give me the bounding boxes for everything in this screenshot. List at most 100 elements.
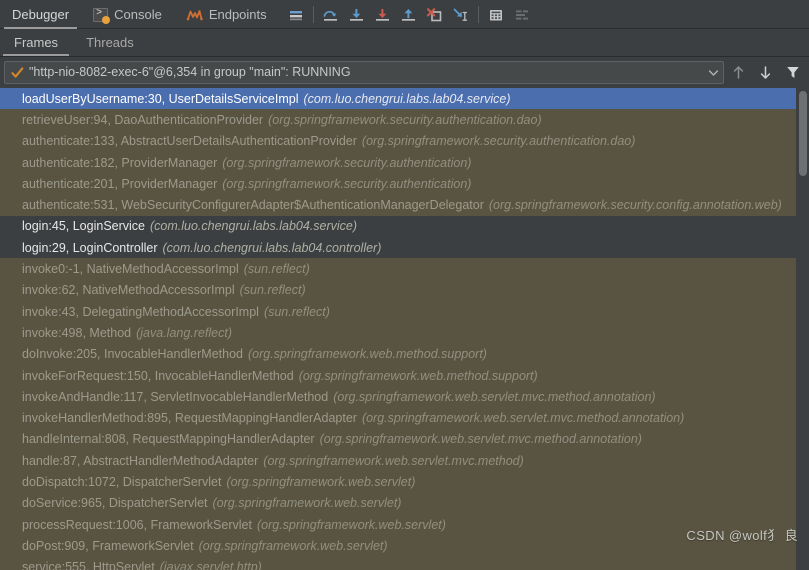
- frame-package: (sun.reflect): [243, 262, 310, 277]
- frame-package: (com.luo.chengrui.labs.lab04.service): [150, 219, 358, 234]
- tab-debugger[interactable]: Debugger: [0, 0, 81, 29]
- mute-breakpoints-icon[interactable]: [283, 2, 309, 28]
- frame-method: authenticate:201, ProviderManager: [22, 176, 218, 191]
- frame-method: handle:87, AbstractHandlerMethodAdapter: [22, 453, 259, 468]
- thread-selector-combobox[interactable]: "http-nio-8082-exec-6"@6,354 in group "m…: [4, 61, 724, 84]
- frame-method: login:45, LoginService: [22, 219, 145, 234]
- frame-package: (org.springframework.web.servlet): [212, 496, 402, 511]
- settings-icon[interactable]: [509, 2, 535, 28]
- step-out-icon[interactable]: [396, 2, 422, 28]
- frame-package: (java.lang.reflect): [136, 325, 232, 340]
- frame-package: (org.springframework.web.servlet): [198, 538, 388, 553]
- frame-package: (org.springframework.web.servlet.mvc.met…: [263, 453, 524, 468]
- frame-package: (javax.servlet.http): [159, 560, 262, 570]
- frame-method: authenticate:531, WebSecurityConfigurerA…: [22, 198, 484, 213]
- frame-method: invokeForRequest:150, InvocableHandlerMe…: [22, 368, 294, 383]
- chevron-down-icon[interactable]: [703, 62, 723, 83]
- frame-row[interactable]: invoke:62, NativeMethodAccessorImpl (sun.…: [0, 279, 796, 301]
- frame-package: (org.springframework.security.authentica…: [361, 134, 636, 149]
- frame-method: doInvoke:205, InvocableHandlerMethod: [22, 347, 243, 362]
- frame-method: invoke:62, NativeMethodAccessorImpl: [22, 283, 235, 298]
- debugger-tool-window: Debugger Console Endpoints: [0, 0, 809, 570]
- frame-method: doPost:909, FrameworkServlet: [22, 538, 194, 553]
- frame-method: invokeHandlerMethod:895, RequestMappingH…: [22, 411, 357, 426]
- frame-row[interactable]: invoke:43, DelegatingMethodAccessorImpl (…: [0, 300, 796, 323]
- frame-row[interactable]: invoke0:-1, NativeMethodAccessorImpl (sun…: [0, 258, 796, 280]
- frame-package: (org.springframework.security.authentica…: [222, 176, 472, 191]
- frames-panel: loadUserByUsername:30, UserDetailsServic…: [0, 88, 809, 570]
- tab-debugger-label: Debugger: [12, 7, 70, 22]
- frame-row[interactable]: retrieveUser:94, DaoAuthenticationProvid…: [0, 109, 796, 131]
- arrow-up-icon[interactable]: [726, 60, 751, 85]
- frame-method: login:29, LoginController: [22, 240, 158, 255]
- frame-row[interactable]: doInvoke:205, InvocableHandlerMethod (org…: [0, 343, 796, 365]
- frame-row[interactable]: handleInternal:808, RequestMappingHandle…: [0, 428, 796, 451]
- frame-row[interactable]: authenticate:182, ProviderManager (org.sp…: [0, 151, 796, 174]
- frame-method: handleInternal:808, RequestMappingHandle…: [22, 432, 315, 447]
- frame-row[interactable]: authenticate:201, ProviderManager (org.sp…: [0, 173, 796, 195]
- frame-method: loadUserByUsername:30, UserDetailsServic…: [22, 91, 299, 106]
- frame-method: doDispatch:1072, DispatcherServlet: [22, 474, 222, 489]
- frame-package: (org.springframework.web.method.support): [247, 347, 487, 362]
- frame-row[interactable]: processRequest:1006, FrameworkServlet (or…: [0, 513, 796, 536]
- frame-method: retrieveUser:94, DaoAuthenticationProvid…: [22, 112, 264, 127]
- evaluate-expression-icon[interactable]: [483, 2, 509, 28]
- frame-package: (org.springframework.security.authentica…: [268, 112, 542, 127]
- debugger-toolbar: [279, 0, 535, 29]
- frame-package: (com.luo.chengrui.labs.lab04.service): [303, 91, 511, 106]
- frame-method: processRequest:1006, FrameworkServlet: [22, 517, 252, 532]
- frame-method: doService:965, DispatcherServlet: [22, 496, 208, 511]
- frame-method: service:555, HttpServlet: [22, 560, 155, 570]
- run-to-cursor-icon[interactable]: [448, 2, 474, 28]
- frame-package: (org.springframework.web.servlet): [256, 517, 446, 532]
- frame-row[interactable]: doService:965, DispatcherServlet (org.spr…: [0, 492, 796, 514]
- frame-row[interactable]: login:29, LoginController (com.luo.chengr…: [0, 237, 796, 259]
- drop-frame-icon[interactable]: [422, 2, 448, 28]
- frame-method: invoke:43, DelegatingMethodAccessorImpl: [22, 304, 259, 319]
- running-check-icon: [11, 66, 24, 79]
- frames-scrollbar-thumb[interactable]: [799, 91, 807, 176]
- frame-row[interactable]: invokeHandlerMethod:895, RequestMappingH…: [0, 407, 796, 429]
- frame-row[interactable]: authenticate:133, AbstractUserDetailsAut…: [0, 130, 796, 152]
- thread-selector-row: "http-nio-8082-exec-6"@6,354 in group "m…: [0, 57, 809, 88]
- frames-threads-tabbar: Frames Threads: [0, 29, 809, 57]
- frame-row[interactable]: invokeAndHandle:117, ServletInvocableHan…: [0, 386, 796, 408]
- tab-endpoints-label: Endpoints: [208, 7, 267, 22]
- step-into-icon[interactable]: [344, 2, 370, 28]
- tab-threads[interactable]: Threads: [72, 29, 148, 56]
- frames-scrollbar[interactable]: [796, 88, 809, 570]
- tab-endpoints[interactable]: Endpoints: [174, 0, 279, 29]
- frame-method: authenticate:182, ProviderManager: [22, 155, 218, 170]
- frame-row[interactable]: authenticate:531, WebSecurityConfigurerA…: [0, 194, 796, 216]
- frame-package: (org.springframework.web.servlet.mvc.met…: [319, 432, 642, 447]
- force-step-into-icon[interactable]: [370, 2, 396, 28]
- toolbar-separator-2: [477, 6, 479, 23]
- frame-package: (org.springframework.web.servlet.mvc.met…: [361, 411, 685, 426]
- arrow-down-icon[interactable]: [753, 60, 778, 85]
- frame-row[interactable]: invoke:498, Method (java.lang.reflect): [0, 322, 796, 344]
- endpoints-icon: [186, 8, 203, 22]
- frame-package: (org.springframework.security.authentica…: [222, 155, 472, 170]
- step-over-icon[interactable]: [318, 2, 344, 28]
- tab-threads-label: Threads: [86, 35, 134, 50]
- debugger-top-tabbar: Debugger Console Endpoints: [0, 0, 809, 29]
- filter-funnel-icon[interactable]: [780, 60, 805, 85]
- tab-frames[interactable]: Frames: [0, 29, 72, 56]
- thread-selector-value: "http-nio-8082-exec-6"@6,354 in group "m…: [29, 66, 351, 79]
- frame-method: invoke0:-1, NativeMethodAccessorImpl: [22, 262, 239, 277]
- frames-list[interactable]: loadUserByUsername:30, UserDetailsServic…: [0, 88, 796, 570]
- frame-row[interactable]: loadUserByUsername:30, UserDetailsServic…: [0, 88, 796, 110]
- frame-row[interactable]: doPost:909, FrameworkServlet (org.springf…: [0, 535, 796, 557]
- frame-package: (sun.reflect): [263, 304, 330, 319]
- toolbar-separator: [312, 6, 314, 23]
- frame-row[interactable]: login:45, LoginService (com.luo.chengrui.…: [0, 215, 796, 238]
- frame-package: (com.luo.chengrui.labs.lab04.controller): [162, 240, 382, 255]
- frame-method: authenticate:133, AbstractUserDetailsAut…: [22, 134, 357, 149]
- frame-row[interactable]: handle:87, AbstractHandlerMethodAdapter (…: [0, 450, 796, 472]
- frame-row[interactable]: service:555, HttpServlet (javax.servlet.h…: [0, 556, 796, 570]
- frame-method: invokeAndHandle:117, ServletInvocableHan…: [22, 389, 329, 404]
- frame-row[interactable]: invokeForRequest:150, InvocableHandlerMe…: [0, 364, 796, 387]
- console-icon: [93, 7, 111, 24]
- frame-row[interactable]: doDispatch:1072, DispatcherServlet (org.s…: [0, 471, 796, 493]
- tab-console[interactable]: Console: [81, 0, 174, 29]
